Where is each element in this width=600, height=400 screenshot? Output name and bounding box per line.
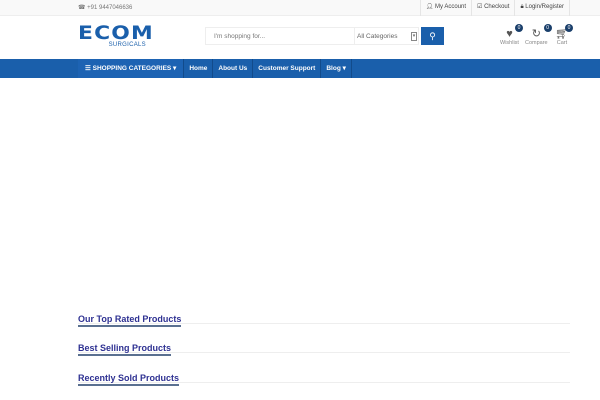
nav-home[interactable]: Home bbox=[184, 59, 214, 78]
wishlist-count: 0 bbox=[514, 24, 523, 32]
my-account-label: My Account bbox=[435, 4, 467, 10]
nav-about-us[interactable]: About Us bbox=[213, 59, 254, 78]
section-best-selling: Best Selling Products bbox=[78, 338, 570, 356]
section-heading: Recently Sold Products bbox=[78, 373, 180, 386]
search-button[interactable]: ⚲ bbox=[421, 27, 444, 45]
main-nav: ☰ SHOPPING CATEGORIES ▾ Home About Us Cu… bbox=[0, 59, 600, 78]
compare-label: Compare bbox=[525, 40, 548, 46]
checkout-label: Checkout bbox=[484, 4, 510, 10]
section-recently-sold: Recently Sold Products bbox=[78, 368, 570, 386]
section-top-rated: Our Top Rated Products bbox=[78, 309, 570, 327]
nav-label: SHOPPING CATEGORIES ▾ bbox=[92, 65, 177, 72]
wishlist-button[interactable]: ♥ 0 Wishlist bbox=[500, 24, 523, 46]
compare-count: 0 bbox=[543, 24, 552, 32]
cart-button[interactable]: 🛒︎ 0 Cart bbox=[555, 24, 573, 46]
nav-shopping-categories[interactable]: ☰ SHOPPING CATEGORIES ▾ bbox=[78, 59, 185, 78]
menu-icon: ☰ bbox=[85, 65, 91, 72]
category-select[interactable]: All Categories ▾ bbox=[355, 27, 419, 45]
section-heading: Best Selling Products bbox=[78, 343, 172, 356]
search-input[interactable]: I'm shopping for... bbox=[205, 27, 355, 45]
top-bar: ☎ +91 9447046636 👤︎ My Account ☑ Checkou… bbox=[0, 0, 600, 16]
logo[interactable]: ECOM SURGICALS bbox=[78, 24, 153, 49]
section-heading: Our Top Rated Products bbox=[78, 314, 182, 327]
phone-text: +91 9447046636 bbox=[87, 5, 133, 11]
cart-label: Cart bbox=[556, 40, 568, 46]
nav-customer-support[interactable]: Customer Support bbox=[253, 59, 322, 78]
cart-count: 0 bbox=[564, 24, 573, 32]
chevron-down-icon: ▾ bbox=[411, 32, 417, 41]
compare-button[interactable]: ↻ 0 Compare bbox=[525, 24, 552, 46]
login-label: Login/Register bbox=[525, 4, 564, 10]
nav-blog[interactable]: Blog ▾ bbox=[321, 59, 352, 78]
logo-brand: ECOM bbox=[78, 22, 154, 44]
my-account-link[interactable]: 👤︎ My Account bbox=[419, 0, 471, 16]
search-bar: I'm shopping for... All Categories ▾ ⚲ bbox=[205, 27, 444, 45]
search-icon: ⚲ bbox=[429, 31, 436, 41]
phone-number: ☎ +91 9447046636 bbox=[78, 5, 133, 11]
category-value: All Categories bbox=[357, 33, 398, 40]
checkout-link[interactable]: ☑ Checkout bbox=[471, 0, 514, 16]
wishlist-label: Wishlist bbox=[500, 40, 519, 46]
login-register-link[interactable]: 🔒︎ Login/Register bbox=[514, 0, 570, 16]
